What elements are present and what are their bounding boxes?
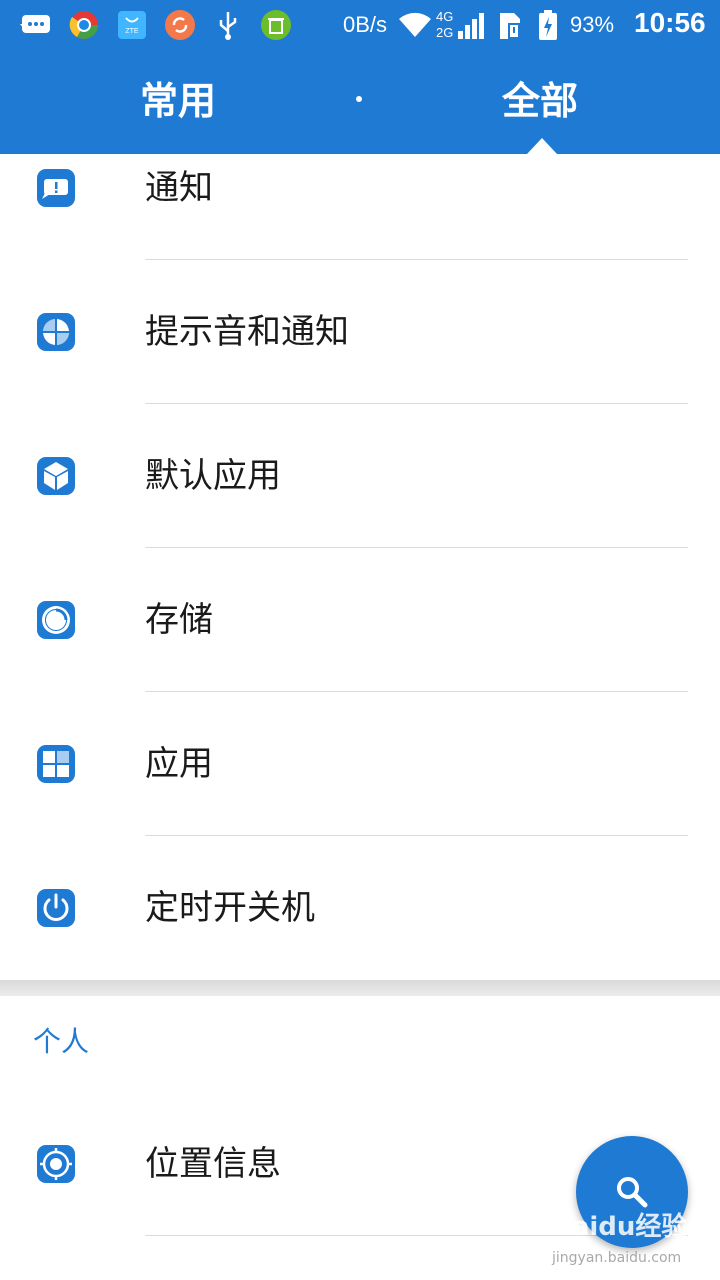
default-apps-icon: [37, 457, 75, 495]
watermark-url: jingyan.baidu.com: [552, 1250, 682, 1266]
tab-separator-dot: [356, 96, 362, 102]
settings-item-label: 位置信息: [145, 1144, 281, 1184]
settings-item-apps[interactable]: 应用: [0, 692, 720, 836]
status-bar: ZTE 0B/s 4G 2G 93% 10:56: [0, 0, 720, 50]
svg-text:ZTE: ZTE: [125, 28, 139, 35]
clock: 10:56: [634, 7, 706, 38]
watermark: Baidu经验: [552, 1212, 688, 1242]
network-speed: 0B/s: [343, 12, 388, 37]
settings-item-label: 应用: [145, 744, 213, 784]
section-divider: [0, 980, 720, 996]
location-icon: [37, 1145, 75, 1183]
power-icon: [37, 889, 75, 927]
zte-store-icon: ZTE: [118, 11, 146, 39]
message-icon: [20, 15, 50, 33]
settings-item-scheduled-power[interactable]: 定时开关机: [0, 836, 720, 980]
network-type-top: 4G: [436, 9, 454, 24]
settings-item-label: 默认应用: [145, 456, 281, 496]
battery-percent: 93%: [570, 12, 615, 37]
battery-charging-icon: [539, 10, 557, 40]
settings-item-label: 存储: [145, 600, 213, 640]
sim-alert-icon: [500, 13, 520, 39]
section-header-personal: 个人: [33, 1025, 90, 1058]
settings-item-label: 通知: [145, 168, 213, 208]
settings-item-label: 定时开关机: [145, 888, 315, 928]
usb-icon: [219, 12, 237, 40]
storage-icon: [37, 601, 75, 639]
settings-item-label: 提示音和通知: [145, 312, 349, 352]
apps-icon: [37, 745, 75, 783]
wifi-icon: [399, 12, 431, 37]
settings-item-storage[interactable]: 存储: [0, 548, 720, 692]
settings-item-notifications[interactable]: 通知: [0, 116, 720, 260]
settings-item-sound[interactable]: 提示音和通知: [0, 260, 720, 404]
network-type-bottom: 2G: [436, 25, 454, 40]
chrome-like-icon: [69, 11, 98, 39]
notification-icon: [37, 169, 75, 207]
search-icon: [617, 1177, 648, 1208]
sound-icon: [37, 313, 75, 351]
cleaner-icon: [261, 10, 291, 40]
signal-icon: [458, 13, 484, 39]
sync-icon: [165, 10, 195, 40]
settings-item-default-apps[interactable]: 默认应用: [0, 404, 720, 548]
